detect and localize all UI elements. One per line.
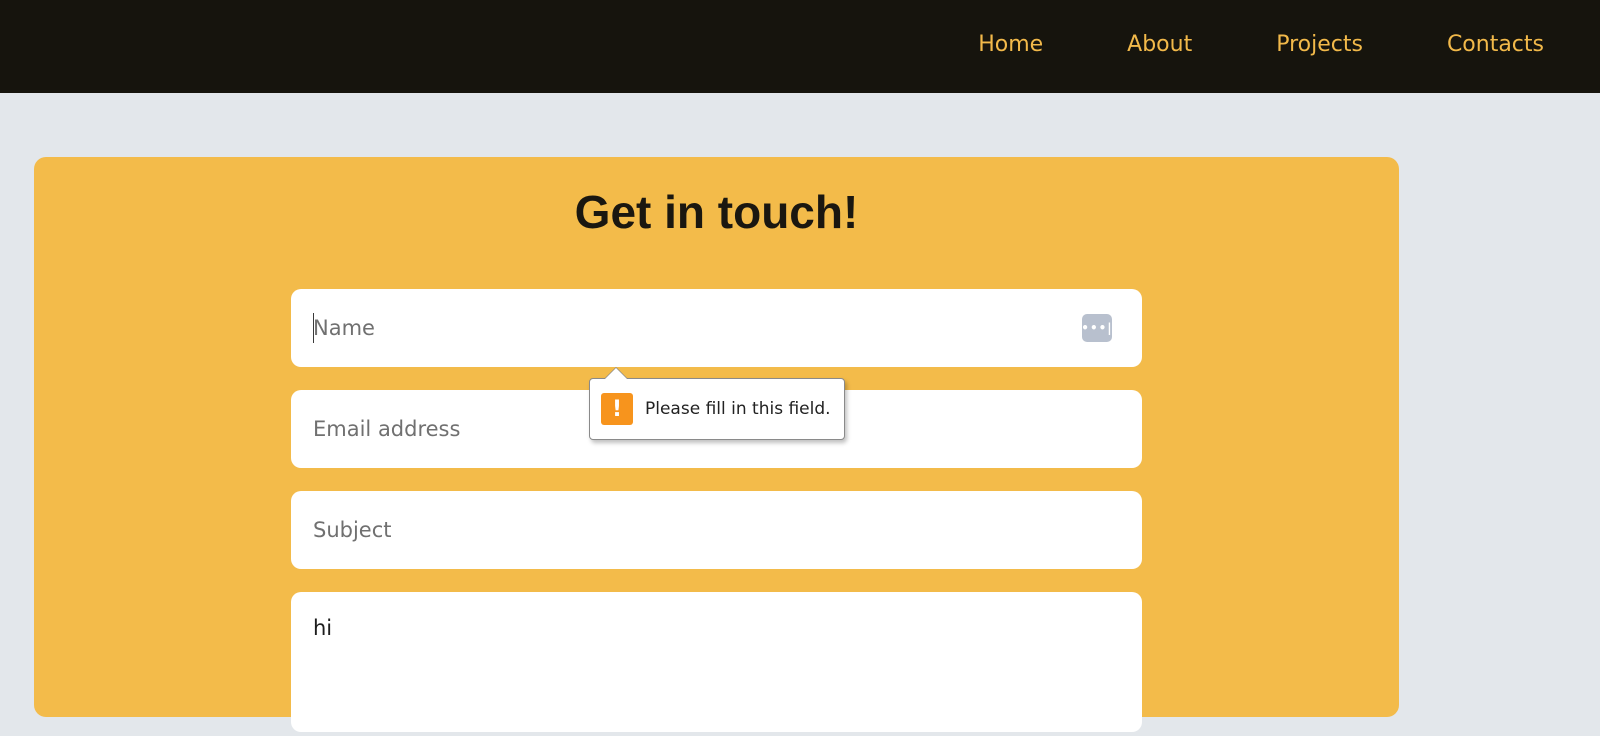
- text-caret: [313, 313, 314, 343]
- name-field-wrapper: •••|: [291, 289, 1142, 367]
- top-navbar: Home About Projects Contacts: [0, 0, 1600, 93]
- nav-link-about[interactable]: About: [1127, 32, 1192, 57]
- subject-field-wrapper: [291, 491, 1142, 569]
- nav-link-contacts[interactable]: Contacts: [1447, 32, 1544, 57]
- main-nav: Home About Projects Contacts: [978, 0, 1544, 88]
- validation-message: Please fill in this field.: [645, 399, 831, 419]
- nav-link-home[interactable]: Home: [978, 32, 1043, 57]
- password-manager-icon[interactable]: •••|: [1081, 314, 1112, 342]
- validation-tooltip: ! Please fill in this field.: [589, 367, 845, 440]
- form-title: Get in touch!: [574, 186, 859, 238]
- subject-input[interactable]: [291, 491, 1142, 569]
- tooltip-arrow: [604, 367, 628, 379]
- warning-icon: !: [601, 393, 633, 425]
- name-input[interactable]: [291, 289, 1142, 367]
- message-textarea[interactable]: hi: [291, 592, 1142, 732]
- nav-link-projects[interactable]: Projects: [1276, 32, 1363, 57]
- message-field-wrapper: hi: [291, 592, 1142, 732]
